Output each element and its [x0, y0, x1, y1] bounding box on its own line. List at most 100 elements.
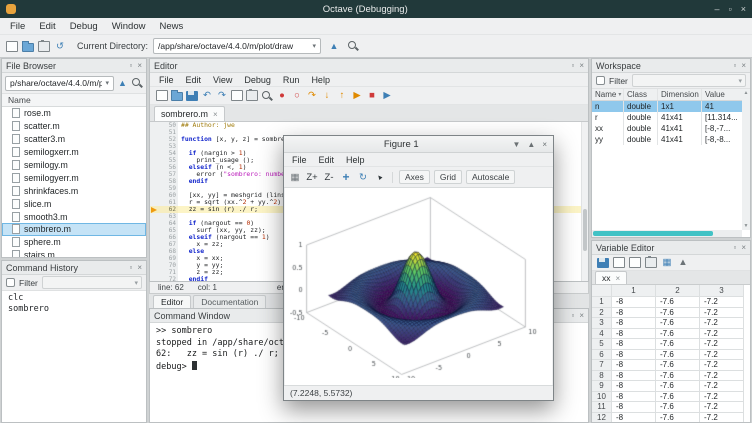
ve-cell[interactable]: -8 [612, 371, 656, 382]
ve-row-header[interactable]: 8 [592, 371, 612, 382]
step-out-icon[interactable]: ↑ [336, 89, 348, 102]
figure-titlebar[interactable]: Figure 1 ▼ ▲ × [284, 136, 553, 153]
ve-row-header[interactable]: 7 [592, 360, 612, 371]
file-item[interactable]: scatter.m [2, 120, 146, 133]
filter-combo[interactable]: ▾ [632, 74, 746, 87]
menu-news[interactable]: News [153, 20, 189, 33]
history-item[interactable]: clc [2, 293, 146, 304]
file-item[interactable]: sphere.m [2, 236, 146, 249]
undock-icon[interactable]: ▫ [571, 311, 574, 320]
editor-menu-help[interactable]: Help [306, 75, 335, 85]
ve-row-header[interactable]: 6 [592, 350, 612, 361]
history-item[interactable]: sombrero [2, 304, 146, 315]
figure-menu-edit[interactable]: Edit [314, 155, 340, 165]
directory-up-icon[interactable]: ▲ [326, 38, 342, 54]
figure-canvas[interactable] [290, 190, 547, 378]
grid-button[interactable]: Grid [434, 170, 462, 184]
select-arrow-icon[interactable]: ▲ [371, 168, 389, 186]
close-tab-icon[interactable]: × [213, 110, 218, 119]
ve-row-header[interactable]: 4 [592, 329, 612, 340]
editor-menu-view[interactable]: View [208, 75, 237, 85]
scroll-up-icon[interactable]: ▲ [744, 90, 749, 96]
figure-menu-help[interactable]: Help [341, 155, 370, 165]
editor-menu-edit[interactable]: Edit [181, 75, 207, 85]
ve-cell[interactable]: -7.2 [700, 392, 744, 403]
editor-menu-run[interactable]: Run [278, 75, 305, 85]
ve-cell[interactable]: -7.2 [700, 360, 744, 371]
ve-cell[interactable]: -8 [612, 339, 656, 350]
ve-cell[interactable]: -8 [612, 318, 656, 329]
close-icon[interactable]: × [741, 4, 746, 14]
step-in-icon[interactable]: ↓ [321, 89, 333, 102]
save-file-icon[interactable] [186, 91, 198, 101]
menu-debug[interactable]: Debug [64, 20, 104, 33]
editor-tab-sombrero[interactable]: sombrero.m × [154, 106, 225, 121]
ve-cell[interactable]: -7.2 [700, 381, 744, 392]
undock-icon[interactable]: ▫ [129, 61, 132, 70]
cut-icon[interactable] [613, 257, 625, 268]
fb-path-combo[interactable]: p/share/octave/4.4.0/m/plot/draw ▾ [5, 76, 114, 91]
save-variable-icon[interactable] [597, 258, 609, 268]
file-item[interactable]: rose.m [2, 107, 146, 120]
zoom-in-button[interactable]: Z+ [306, 171, 318, 184]
minimize-icon[interactable]: – [715, 4, 720, 14]
remove-breakpoints-icon[interactable]: ○ [291, 89, 303, 102]
workspace-row[interactable]: rdouble41x41[11.314... [592, 112, 750, 123]
zoom-out-button[interactable]: Z- [323, 171, 335, 184]
copy-icon[interactable] [629, 257, 641, 268]
ve-cell[interactable]: -7.2 [700, 402, 744, 413]
fb-name-column-header[interactable]: Name [2, 94, 146, 107]
ve-cell[interactable]: -8 [612, 350, 656, 361]
ve-cell[interactable]: -7.6 [656, 297, 700, 308]
editor-scrollbar[interactable] [581, 122, 588, 281]
editor-menu-debug[interactable]: Debug [239, 75, 276, 85]
paste-icon[interactable] [38, 41, 50, 52]
file-item[interactable]: smooth3.m [2, 210, 146, 223]
workspace-hscrollbar[interactable] [592, 230, 742, 237]
undock-icon[interactable]: ▫ [129, 263, 132, 272]
ve-cell[interactable]: -8 [612, 402, 656, 413]
close-panel-icon[interactable]: × [741, 61, 746, 70]
ve-cell[interactable]: -7.2 [700, 329, 744, 340]
new-script-icon[interactable] [156, 90, 168, 101]
close-panel-icon[interactable]: × [579, 311, 584, 320]
toolbar-toggle-icon[interactable]: ▦ [289, 171, 301, 184]
workspace-vscrollbar[interactable]: ▲ ▼ [742, 89, 750, 230]
menu-edit[interactable]: Edit [33, 20, 61, 33]
code-line[interactable]: 50## Author: jwe [150, 122, 588, 129]
ve-cell[interactable]: -7.6 [656, 360, 700, 371]
ve-column-header[interactable]: 2 [656, 285, 700, 297]
open-file-icon[interactable] [22, 43, 34, 52]
undo-icon[interactable]: ↺ [54, 40, 66, 53]
step-over-icon[interactable]: ↷ [306, 89, 318, 102]
ve-cell[interactable]: -7.2 [700, 318, 744, 329]
filter-checkbox[interactable] [596, 76, 605, 85]
ve-cell[interactable]: -7.2 [700, 339, 744, 350]
ve-cell[interactable]: -7.2 [700, 371, 744, 382]
menu-file[interactable]: File [4, 20, 31, 33]
close-panel-icon[interactable]: × [741, 243, 746, 252]
ve-row-header[interactable]: 12 [592, 413, 612, 423]
workspace-column-class[interactable]: Class [624, 89, 658, 100]
redo-icon[interactable]: ↷ [216, 89, 228, 102]
undock-icon[interactable]: ▫ [571, 61, 574, 70]
ve-cell[interactable]: -7.6 [656, 381, 700, 392]
file-item[interactable]: sombrero.m [2, 223, 146, 236]
ve-row-header[interactable]: 3 [592, 318, 612, 329]
ve-row-header[interactable]: 2 [592, 308, 612, 319]
ve-cell[interactable]: -7.2 [700, 297, 744, 308]
minimize-icon[interactable]: ▼ [512, 140, 520, 149]
undo-icon[interactable]: ↶ [201, 89, 213, 102]
maximize-icon[interactable]: ▫ [729, 4, 732, 14]
editor-menu-file[interactable]: File [154, 75, 179, 85]
fb-search-icon[interactable] [131, 77, 143, 89]
close-panel-icon[interactable]: × [579, 61, 584, 70]
stop-debug-icon[interactable]: ■ [366, 89, 378, 102]
workspace-column-name[interactable]: Name▾ [592, 89, 624, 100]
menu-window[interactable]: Window [106, 20, 152, 33]
close-icon[interactable]: × [542, 140, 547, 149]
undock-icon[interactable]: ▫ [733, 61, 736, 70]
autoscale-button[interactable]: Autoscale [466, 170, 515, 184]
variable-tab-xx[interactable]: xx × [595, 271, 627, 284]
undock-icon[interactable]: ▫ [733, 243, 736, 252]
